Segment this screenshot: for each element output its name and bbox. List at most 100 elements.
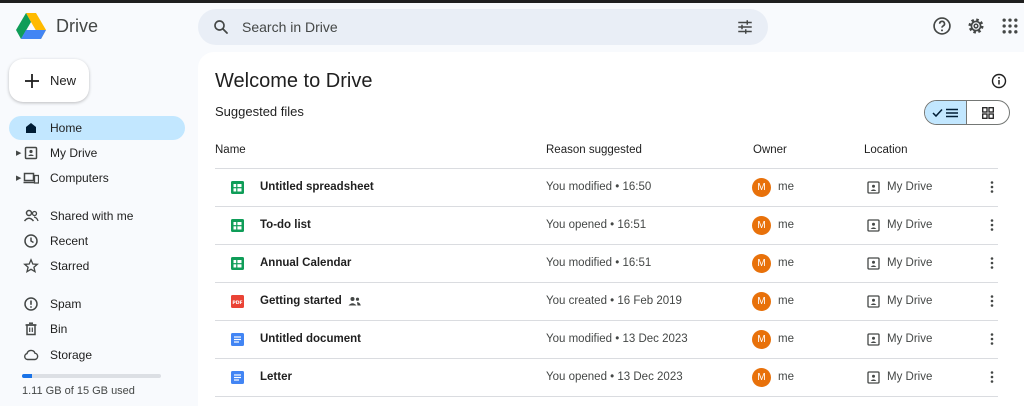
file-location[interactable]: My Drive	[887, 181, 932, 193]
top-border	[0, 0, 1024, 3]
file-name: Untitled spreadsheet	[260, 181, 374, 193]
my-drive-icon	[24, 146, 38, 160]
apps-grid-icon[interactable]	[1000, 16, 1020, 36]
home-icon	[26, 123, 36, 133]
file-location[interactable]: My Drive	[887, 219, 932, 231]
reason-suggested: You modified • 13 Dec 2023	[546, 333, 688, 345]
reason-suggested: You created • 16 Feb 2019	[546, 295, 682, 307]
sidebar-item-label: Storage	[50, 348, 93, 362]
reason-suggested: You modified • 16:51	[546, 257, 652, 269]
expand-arrow-icon[interactable]: ▶	[16, 174, 21, 182]
shared-people-icon	[348, 296, 361, 306]
file-row[interactable]: Untitled document You modified • 13 Dec 2…	[215, 321, 998, 359]
my-drive-location-icon	[867, 371, 880, 384]
sidebar-item-label: Bin	[50, 322, 68, 336]
file-name-text: To-do list	[260, 219, 311, 231]
search-input[interactable]	[242, 9, 702, 45]
sidebar-item-label: Computers	[50, 171, 109, 185]
owner-avatar: M	[752, 292, 771, 311]
sidebar-item-storage[interactable]: Storage	[9, 343, 185, 367]
file-name-text: Annual Calendar	[260, 257, 352, 269]
app-name: Drive	[56, 15, 99, 36]
sheets-file-icon	[231, 181, 244, 194]
svg-text:PDF: PDF	[232, 300, 242, 306]
file-row[interactable]: Untitled spreadsheet You modified • 16:50…	[215, 169, 998, 207]
new-button-label: New	[50, 73, 77, 88]
new-button[interactable]: New	[9, 59, 89, 102]
more-actions-icon[interactable]	[985, 180, 999, 194]
column-header-owner: Owner	[753, 144, 787, 156]
my-drive-location-icon	[867, 219, 880, 232]
my-drive-location-icon	[867, 295, 880, 308]
file-name: Annual Calendar	[260, 257, 351, 269]
more-actions-icon[interactable]	[985, 218, 999, 232]
file-location[interactable]: My Drive	[887, 371, 932, 383]
spam-icon	[24, 297, 38, 311]
my-drive-location-icon	[867, 333, 880, 346]
sidebar-item-label: Shared with me	[50, 209, 134, 223]
sidebar-item-home[interactable]: Home	[9, 116, 185, 140]
reason-suggested: You opened • 16:51	[546, 219, 647, 231]
shared-icon	[23, 209, 39, 222]
owner-avatar: M	[752, 216, 771, 235]
sidebar-item-computers[interactable]: ▶ Computers	[9, 166, 185, 190]
more-actions-icon[interactable]	[985, 370, 999, 384]
cloud-icon	[24, 349, 39, 361]
file-location[interactable]: My Drive	[887, 257, 932, 269]
file-row[interactable]: Annual Calendar You modified • 16:51 Mme My…	[215, 245, 998, 283]
sidebar-item-my-drive[interactable]: ▶ My Drive	[9, 141, 185, 165]
column-header-name[interactable]: Name	[215, 144, 246, 156]
owner-name: me	[778, 257, 794, 269]
sidebar-item-shared-with-me[interactable]: Shared with me	[9, 204, 185, 228]
section-title: Suggested files	[215, 104, 304, 119]
search-icon[interactable]	[212, 18, 230, 36]
file-row[interactable]: PDF Getting started You created • 16 Feb 2…	[215, 283, 998, 321]
owner-avatar: M	[752, 330, 771, 349]
file-name-text: Untitled document	[260, 333, 361, 345]
owner-name: me	[778, 333, 794, 345]
check-list-icon	[931, 108, 958, 117]
list-view-button[interactable]	[925, 101, 968, 124]
sidebar-item-starred[interactable]: Starred	[9, 254, 185, 278]
sidebar-item-spam[interactable]: Spam	[9, 292, 185, 316]
help-icon[interactable]	[932, 16, 952, 36]
bin-icon	[25, 322, 37, 336]
owner-name: me	[778, 371, 794, 383]
file-row[interactable]: Letter You opened • 13 Dec 2023 Mme My Driv…	[215, 359, 998, 397]
reason-suggested: You modified • 16:50	[546, 181, 652, 193]
info-icon[interactable]	[991, 73, 1007, 89]
sidebar-item-label: Recent	[50, 234, 89, 248]
column-header-reason: Reason suggested	[546, 144, 642, 156]
settings-icon[interactable]	[966, 16, 986, 36]
grid-view-button[interactable]	[967, 101, 1009, 124]
sidebar-item-bin[interactable]: Bin	[9, 317, 185, 341]
more-actions-icon[interactable]	[985, 332, 999, 346]
file-name: To-do list	[260, 219, 311, 231]
file-row[interactable]: To-do list You opened • 16:51 Mme My Drive	[215, 207, 998, 245]
file-name: Getting started	[260, 295, 361, 307]
storage-usage-fill	[22, 374, 33, 378]
owner-name: me	[778, 295, 794, 307]
search-options-icon[interactable]	[736, 18, 754, 36]
view-toggle	[924, 100, 1010, 125]
file-location[interactable]: My Drive	[887, 333, 932, 345]
search-bar[interactable]	[198, 9, 768, 45]
drive-logo[interactable]: Drive	[16, 13, 98, 39]
sidebar-item-label: Spam	[50, 297, 82, 311]
clock-icon	[24, 234, 38, 248]
sidebar-item-label: My Drive	[50, 146, 98, 160]
expand-arrow-icon[interactable]: ▶	[16, 149, 21, 157]
owner-avatar: M	[752, 368, 771, 387]
storage-usage-bar	[22, 374, 161, 378]
more-actions-icon[interactable]	[985, 256, 999, 270]
drive-logo-icon	[16, 13, 46, 39]
sidebar-item-recent[interactable]: Recent	[9, 229, 185, 253]
column-header-location: Location	[864, 144, 908, 156]
file-location[interactable]: My Drive	[887, 295, 932, 307]
more-actions-icon[interactable]	[985, 294, 999, 308]
grid-icon	[982, 106, 994, 119]
pdf-file-icon: PDF	[231, 295, 244, 308]
docs-file-icon	[231, 333, 244, 346]
owner-name: me	[778, 181, 794, 193]
plus-icon	[25, 73, 39, 88]
